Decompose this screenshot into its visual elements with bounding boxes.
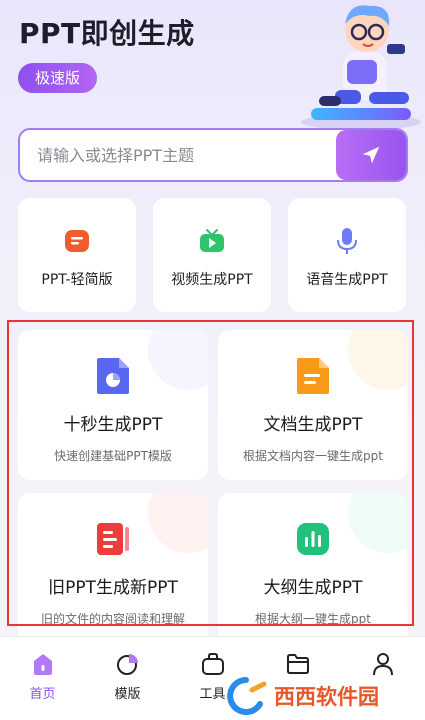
template-icon <box>116 654 138 675</box>
quick-action-voice-to-ppt[interactable]: 语音生成PPT <box>288 198 406 312</box>
quick-action-ppt-lite[interactable]: PPT-轻简版 <box>18 198 136 312</box>
feature-card-document[interactable]: 文档生成PPT 根据文档内容一键生成ppt <box>218 330 408 480</box>
watermark-logo-icon <box>227 677 267 715</box>
slides-icon <box>97 523 129 555</box>
feature-card-subtitle: 快速创建基础PPT模版 <box>54 449 172 463</box>
search-bar <box>18 128 408 182</box>
feature-card-ten-seconds[interactable]: 十秒生成PPT 快速创建基础PPT模版 <box>18 330 208 480</box>
feature-card-old-to-new[interactable]: 旧PPT生成新PPT 旧的文件的内容阅读和理解 <box>18 493 208 643</box>
feature-card-title: 十秒生成PPT <box>63 415 163 435</box>
feature-card-title: 旧PPT生成新PPT <box>48 578 178 598</box>
toolbox-icon <box>201 653 224 675</box>
feature-card-outline[interactable]: 大纲生成PPT 根据大纲一键生成ppt <box>218 493 408 643</box>
feature-card-subtitle: 根据文档内容一键生成ppt <box>243 449 383 463</box>
quick-action-label: 视频生成PPT <box>171 272 253 288</box>
watermark-text: 西西软件园 <box>274 685 379 709</box>
quick-action-label: PPT-轻简版 <box>41 272 113 288</box>
home-icon <box>33 654 52 675</box>
tab-label: 首页 <box>29 687 56 702</box>
feature-card-title: 大纲生成PPT <box>263 578 363 598</box>
tab-home[interactable]: 首页 <box>0 637 85 720</box>
document-icon <box>297 358 329 394</box>
tv-play-icon <box>200 229 224 252</box>
bar-chart-icon <box>297 523 329 555</box>
quick-action-video-to-ppt[interactable]: 视频生成PPT <box>153 198 271 312</box>
feature-card-title: 文档生成PPT <box>263 415 363 435</box>
pie-doc-icon <box>97 358 129 394</box>
speed-version-badge[interactable]: 极速版 <box>18 63 97 93</box>
doc-lines-icon <box>65 230 89 252</box>
send-icon <box>362 146 380 164</box>
site-watermark: 西西软件园 <box>224 672 425 720</box>
page-title: PPT即创生成 <box>19 17 195 50</box>
tab-template[interactable]: 模版 <box>85 637 170 720</box>
quick-action-label: 语音生成PPT <box>306 272 388 288</box>
tab-label: 工具 <box>199 687 226 702</box>
search-submit-button[interactable] <box>336 130 406 180</box>
feature-card-subtitle: 旧的文件的内容阅读和理解 <box>40 612 185 626</box>
mascot-illustration <box>301 5 421 130</box>
feature-card-subtitle: 根据大纲一键生成ppt <box>255 612 371 626</box>
microphone-icon <box>337 228 357 254</box>
tab-label: 模版 <box>114 687 141 702</box>
search-input[interactable] <box>20 130 336 180</box>
